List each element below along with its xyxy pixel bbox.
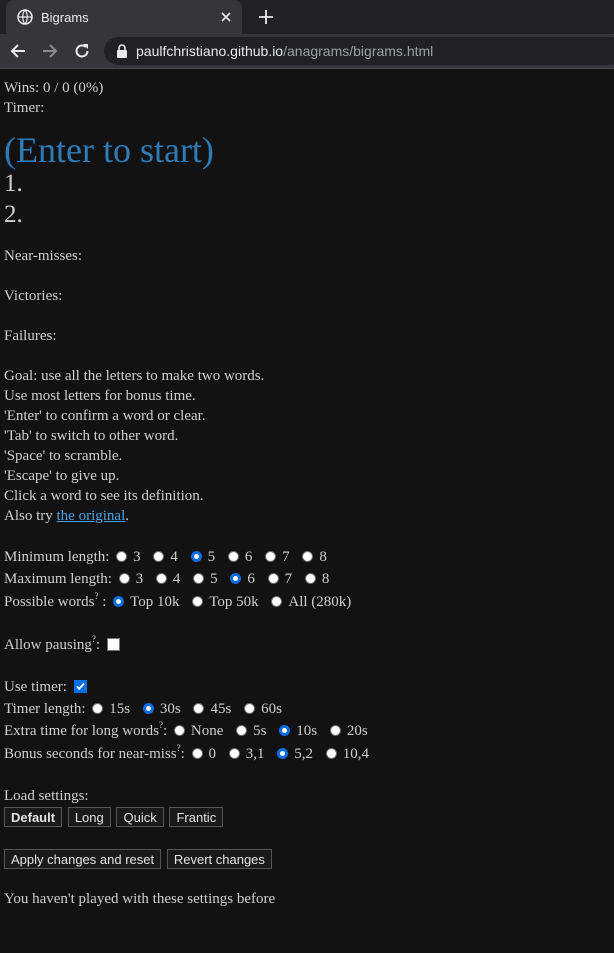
bonus-radio-0[interactable] xyxy=(191,748,203,759)
use-timer-row: Use timer: xyxy=(4,676,604,698)
max-length-radio-3[interactable] xyxy=(118,573,130,584)
original-link[interactable]: the original xyxy=(57,508,126,524)
close-tab-icon[interactable] xyxy=(218,9,234,25)
max-length-radio-7[interactable] xyxy=(267,573,279,584)
instruction-line: 'Space' to scramble. xyxy=(4,448,123,464)
instructions: Goal: use all the letters to make two wo… xyxy=(4,366,604,526)
max-length-radio-8[interactable] xyxy=(304,573,316,584)
min-length-radio-7[interactable] xyxy=(265,551,277,562)
url-path: /anagrams/bigrams.html xyxy=(283,43,434,59)
page-content: Wins: 0 / 0 (0%) Timer: (Enter to start)… xyxy=(4,69,604,909)
browser-toolbar: paulfchristiano.github.io/anagrams/bigra… xyxy=(0,34,614,69)
revert-button[interactable]: Revert changes xyxy=(166,849,272,869)
allow-pausing-checkbox[interactable] xyxy=(106,638,120,651)
timer-length-label: Timer length: xyxy=(4,701,86,717)
url-host: paulfchristiano.github.io xyxy=(136,43,284,59)
word-slot-2[interactable]: 2. xyxy=(4,199,604,230)
address-bar[interactable]: paulfchristiano.github.io/anagrams/bigra… xyxy=(104,37,614,65)
bonus-seconds-label: Bonus seconds for near-miss xyxy=(4,746,177,762)
preset-default-button[interactable]: Default xyxy=(4,807,63,827)
timer-length-row: Timer length: 15s 30s 45s 60s xyxy=(4,701,282,717)
back-arrow-icon[interactable] xyxy=(8,41,28,61)
timer-label: Timer: xyxy=(4,100,45,116)
load-settings-label: Load settings: xyxy=(4,788,89,804)
possible-words-label: Possible words xyxy=(4,594,95,610)
timer-radio-15s[interactable] xyxy=(92,703,104,714)
max-length-label: Maximum length: xyxy=(4,571,112,587)
words-radio-top10k[interactable] xyxy=(113,596,125,607)
min-length-row: Minimum length: 3 4 5 6 7 8 xyxy=(4,549,327,565)
apply-reset-button[interactable]: Apply changes and reset xyxy=(4,849,162,869)
instruction-line: Goal: use all the letters to make two wo… xyxy=(4,368,265,384)
reload-icon[interactable] xyxy=(72,41,92,61)
lock-icon xyxy=(116,44,128,58)
min-length-radio-4[interactable] xyxy=(153,551,165,562)
bonus-radio-5-2[interactable] xyxy=(277,748,289,759)
instruction-line: 'Enter' to confirm a word or clear. xyxy=(4,408,206,424)
settings-history-note: You haven't played with these settings b… xyxy=(4,891,276,907)
browser-tab-bar: Bigrams xyxy=(0,0,614,34)
failures-label: Failures: xyxy=(4,328,57,344)
max-length-row: Maximum length: 3 4 5 6 7 8 xyxy=(4,571,330,587)
max-length-radio-6[interactable] xyxy=(230,573,242,584)
instruction-line: Use most letters for bonus time. xyxy=(4,388,196,404)
instruction-line: 'Tab' to switch to other word. xyxy=(4,428,179,444)
allow-pausing-row: Allow pausing?: xyxy=(4,634,604,656)
timer-radio-60s[interactable] xyxy=(244,703,256,714)
use-timer-checkbox[interactable] xyxy=(73,680,87,693)
max-length-radio-5[interactable] xyxy=(193,573,205,584)
extra-time-row: Extra time for long words?: None 5s 10s … xyxy=(4,720,368,740)
action-buttons: Apply changes and reset Revert changes xyxy=(4,849,604,871)
extra-radio-none[interactable] xyxy=(173,725,185,736)
start-prompt[interactable]: (Enter to start) xyxy=(4,132,604,168)
instruction-line: 'Escape' to give up. xyxy=(4,468,120,484)
forward-arrow-icon[interactable] xyxy=(40,41,60,61)
extra-radio-10s[interactable] xyxy=(279,725,291,736)
words-radio-all[interactable] xyxy=(271,596,283,607)
wins-counter: Wins: 0 / 0 (0%) xyxy=(4,80,104,96)
min-length-radio-3[interactable] xyxy=(116,551,128,562)
min-length-label: Minimum length: xyxy=(4,549,110,565)
extra-radio-20s[interactable] xyxy=(329,725,341,736)
min-length-radio-6[interactable] xyxy=(227,551,239,562)
allow-pausing-label: Allow pausing xyxy=(4,637,92,653)
bonus-seconds-row: Bonus seconds for near-miss?: 0 3,1 5,2 … xyxy=(4,743,370,763)
extra-time-label: Extra time for long words xyxy=(4,723,159,739)
words-radio-top50k[interactable] xyxy=(192,596,204,607)
min-length-radio-8[interactable] xyxy=(302,551,314,562)
possible-words-row: Possible words? : Top 10k Top 50k All (2… xyxy=(4,591,352,611)
timer-radio-45s[interactable] xyxy=(193,703,205,714)
bonus-radio-10-4[interactable] xyxy=(325,748,337,759)
bonus-radio-3-1[interactable] xyxy=(228,748,240,759)
preset-buttons: Default Long Quick Frantic xyxy=(4,807,604,829)
max-length-radio-4[interactable] xyxy=(155,573,167,584)
word-slot-1[interactable]: 1. xyxy=(4,168,604,199)
tab-title: Bigrams xyxy=(41,9,89,25)
preset-frantic-button[interactable]: Frantic xyxy=(169,807,224,827)
globe-icon xyxy=(17,9,33,25)
instruction-line: Click a word to see its definition. xyxy=(4,488,204,504)
timer-radio-30s[interactable] xyxy=(142,703,154,714)
browser-tab[interactable]: Bigrams xyxy=(6,0,242,34)
use-timer-label: Use timer: xyxy=(4,679,67,695)
min-length-radio-5[interactable] xyxy=(190,551,202,562)
also-try-line: Also try the original. xyxy=(4,508,129,524)
new-tab-icon[interactable] xyxy=(256,7,276,27)
preset-long-button[interactable]: Long xyxy=(67,807,111,827)
preset-quick-button[interactable]: Quick xyxy=(116,807,164,827)
victories-label: Victories: xyxy=(4,288,63,304)
near-misses-label: Near-misses: xyxy=(4,248,83,264)
extra-radio-5s[interactable] xyxy=(236,725,248,736)
